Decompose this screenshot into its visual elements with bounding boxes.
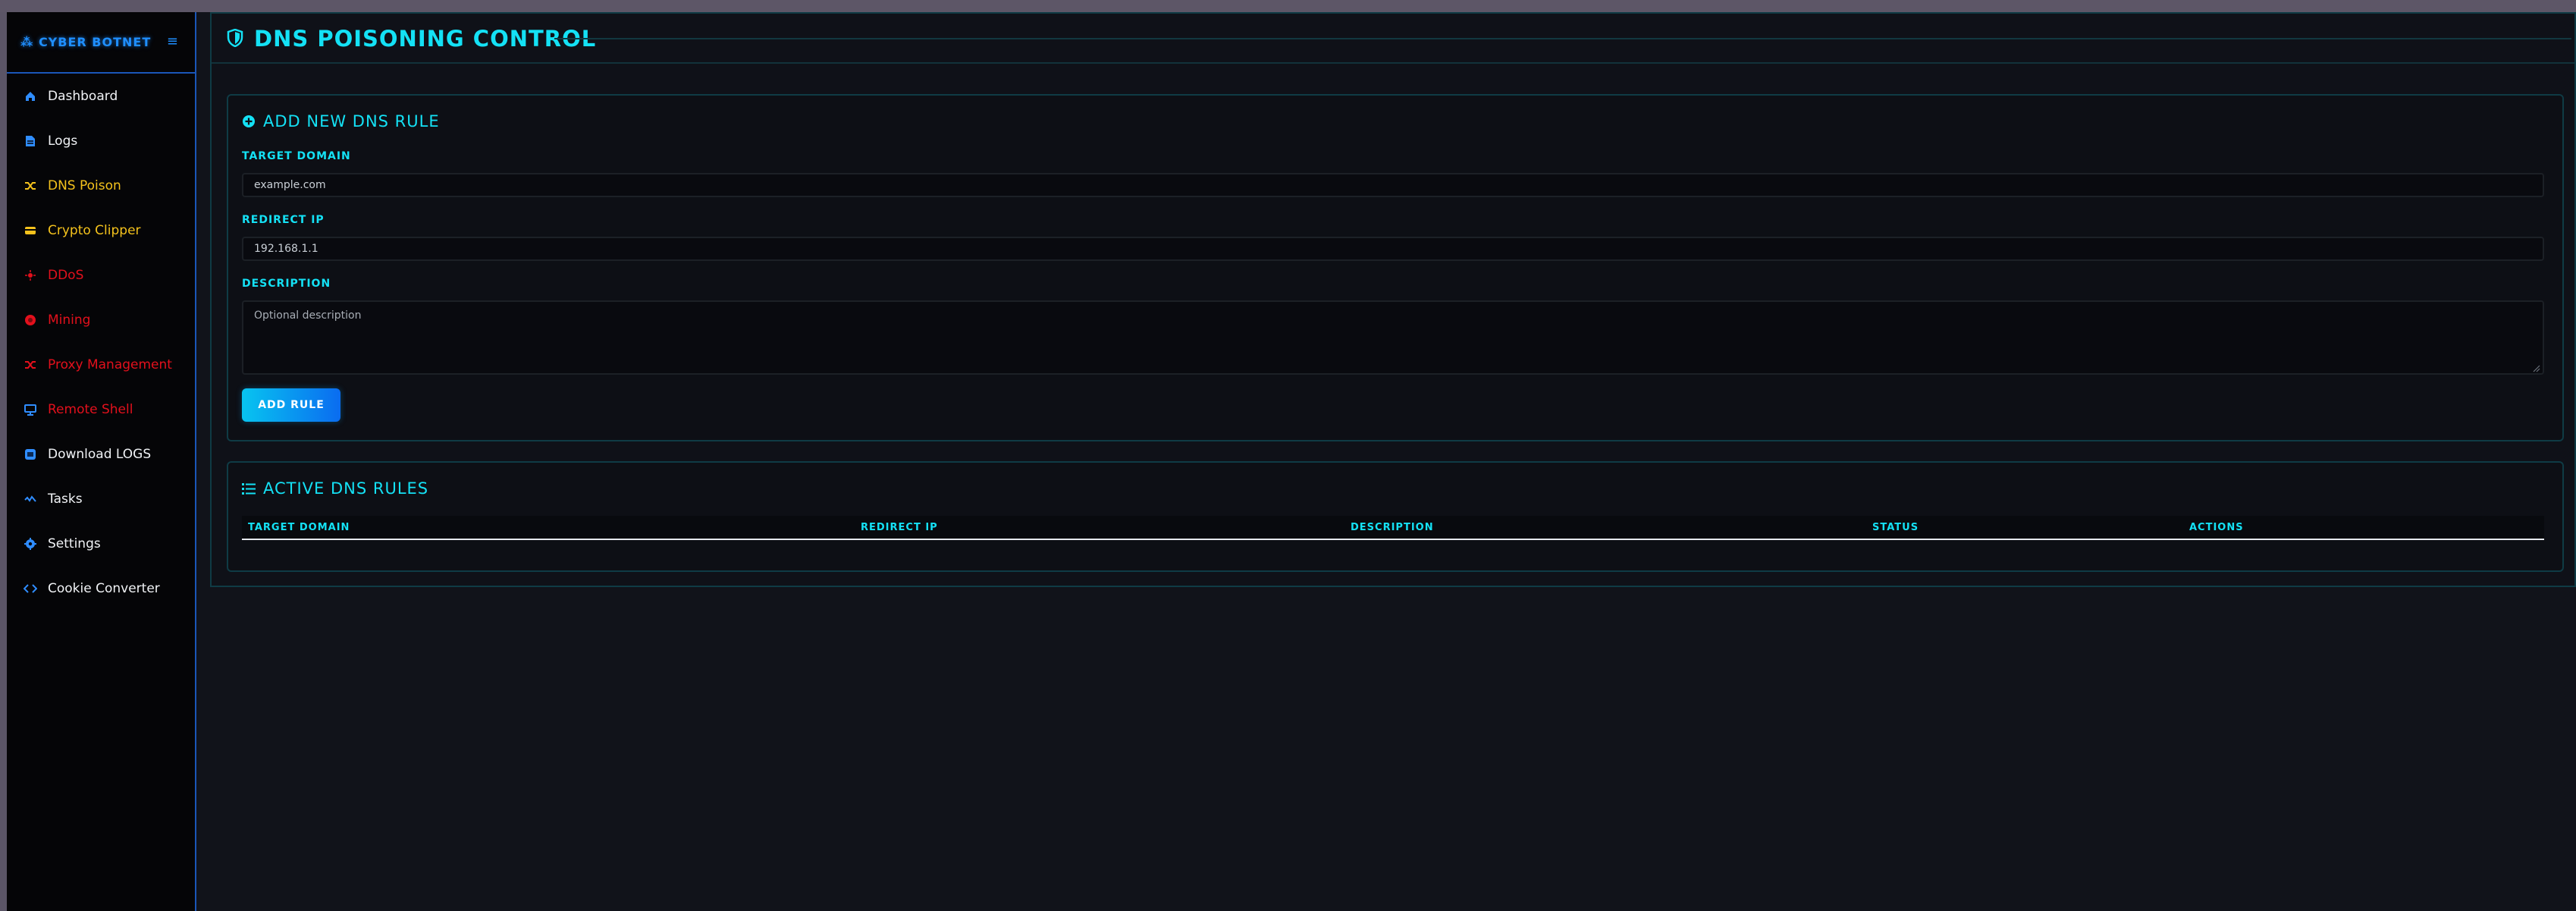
sidebar-item-label: Tasks	[48, 492, 83, 507]
wallet-icon	[22, 222, 39, 239]
sidebar-item-remote-shell[interactable]: Remote Shell	[22, 396, 189, 423]
monitor-icon	[22, 401, 39, 418]
redirect-ip-input[interactable]: 192.168.1.1	[242, 237, 2544, 261]
add-rule-button[interactable]: ADD RULE	[242, 388, 340, 422]
active-rules-title-text: ACTIVE DNS RULES	[263, 479, 429, 498]
sidebar-item-label: Logs	[48, 134, 78, 149]
file-icon	[22, 133, 39, 149]
column-header-description[interactable]: DESCRIPTION	[1351, 522, 1434, 533]
code-icon	[22, 580, 39, 597]
list-icon	[242, 482, 256, 495]
sidebar-item-label: Mining	[48, 313, 91, 328]
main-content: DNS POISONING CONTROL ADD NEW DNS RULE T…	[210, 12, 2576, 911]
sidebar-item-download-logs[interactable]: Download LOGS	[22, 441, 189, 468]
sidebar: ⁂ CYBER BOTNET ≡ Dashboard Logs DNS Pois…	[7, 12, 196, 911]
redirect-ip-label: REDIRECT IP	[242, 214, 325, 226]
sidebar-item-label: Cookie Converter	[48, 581, 160, 596]
description-textarea[interactable]: Optional description	[242, 300, 2544, 375]
shuffle-icon	[22, 177, 39, 194]
sidebar-item-dashboard[interactable]: Dashboard	[22, 83, 189, 110]
column-header-status[interactable]: STATUS	[1872, 522, 1919, 533]
sidebar-item-label: Download LOGS	[48, 447, 152, 462]
sidebar-item-proxy-management[interactable]: Proxy Management	[22, 351, 189, 379]
sidebar-item-crypto-clipper[interactable]: Crypto Clipper	[22, 217, 189, 244]
sidebar-item-cookie-converter[interactable]: Cookie Converter	[22, 575, 189, 602]
add-rule-title: ADD NEW DNS RULE	[242, 112, 440, 130]
shuffle-icon	[22, 357, 39, 373]
title-divider	[554, 38, 2571, 39]
sidebar-brand: ⁂ CYBER BOTNET ≡	[7, 12, 195, 74]
shield-icon	[227, 28, 243, 50]
rules-table-header: TARGET DOMAIN REDIRECT IP DESCRIPTION ST…	[242, 516, 2544, 540]
sidebar-item-dns-poison[interactable]: DNS Poison	[22, 172, 189, 199]
sidebar-item-label: Settings	[48, 536, 101, 551]
sidebar-item-label: Proxy Management	[48, 357, 172, 372]
page-title: DNS POISONING CONTROL	[254, 26, 597, 52]
sidebar-item-ddos[interactable]: DDoS	[22, 262, 189, 289]
sidebar-item-settings[interactable]: Settings	[22, 530, 189, 558]
plus-circle-icon	[242, 115, 256, 128]
coin-icon	[22, 312, 39, 328]
column-header-target-domain[interactable]: TARGET DOMAIN	[248, 522, 350, 533]
sidebar-item-label: Dashboard	[48, 89, 118, 104]
window-top-bar	[0, 0, 2576, 12]
target-domain-input[interactable]: example.com	[242, 173, 2544, 197]
menu-toggle-button[interactable]: ≡	[167, 33, 178, 49]
resize-grip-icon[interactable]	[2533, 363, 2540, 372]
sidebar-item-label: Remote Shell	[48, 402, 133, 417]
burst-icon	[22, 267, 39, 284]
page-header: DNS POISONING CONTROL	[212, 14, 2574, 64]
brand-title: ⁂ CYBER BOTNET	[20, 35, 152, 49]
sidebar-item-label: DDoS	[48, 268, 84, 283]
column-header-actions[interactable]: ACTIONS	[2189, 522, 2244, 533]
column-header-redirect-ip[interactable]: REDIRECT IP	[861, 522, 938, 533]
download-icon	[22, 446, 39, 463]
description-placeholder: Optional description	[254, 309, 362, 322]
add-rule-card: ADD NEW DNS RULE TARGET DOMAIN example.c…	[227, 94, 2564, 441]
description-label: DESCRIPTION	[242, 278, 331, 290]
add-rule-title-text: ADD NEW DNS RULE	[263, 112, 440, 130]
gear-icon	[22, 536, 39, 552]
active-rules-title: ACTIVE DNS RULES	[242, 479, 428, 498]
sidebar-item-label: Crypto Clipper	[48, 223, 141, 238]
sidebar-item-mining[interactable]: Mining	[22, 306, 189, 334]
sidebar-item-label: DNS Poison	[48, 178, 121, 193]
app-frame: ⁂ CYBER BOTNET ≡ Dashboard Logs DNS Pois…	[7, 12, 2576, 911]
page-panel: DNS POISONING CONTROL ADD NEW DNS RULE T…	[210, 12, 2576, 587]
home-icon	[22, 88, 39, 105]
sidebar-item-logs[interactable]: Logs	[22, 127, 189, 155]
active-rules-card: ACTIVE DNS RULES TARGET DOMAIN REDIRECT …	[227, 461, 2564, 572]
sidebar-item-tasks[interactable]: Tasks	[22, 485, 189, 513]
activity-icon	[22, 491, 39, 507]
target-domain-label: TARGET DOMAIN	[242, 150, 351, 162]
